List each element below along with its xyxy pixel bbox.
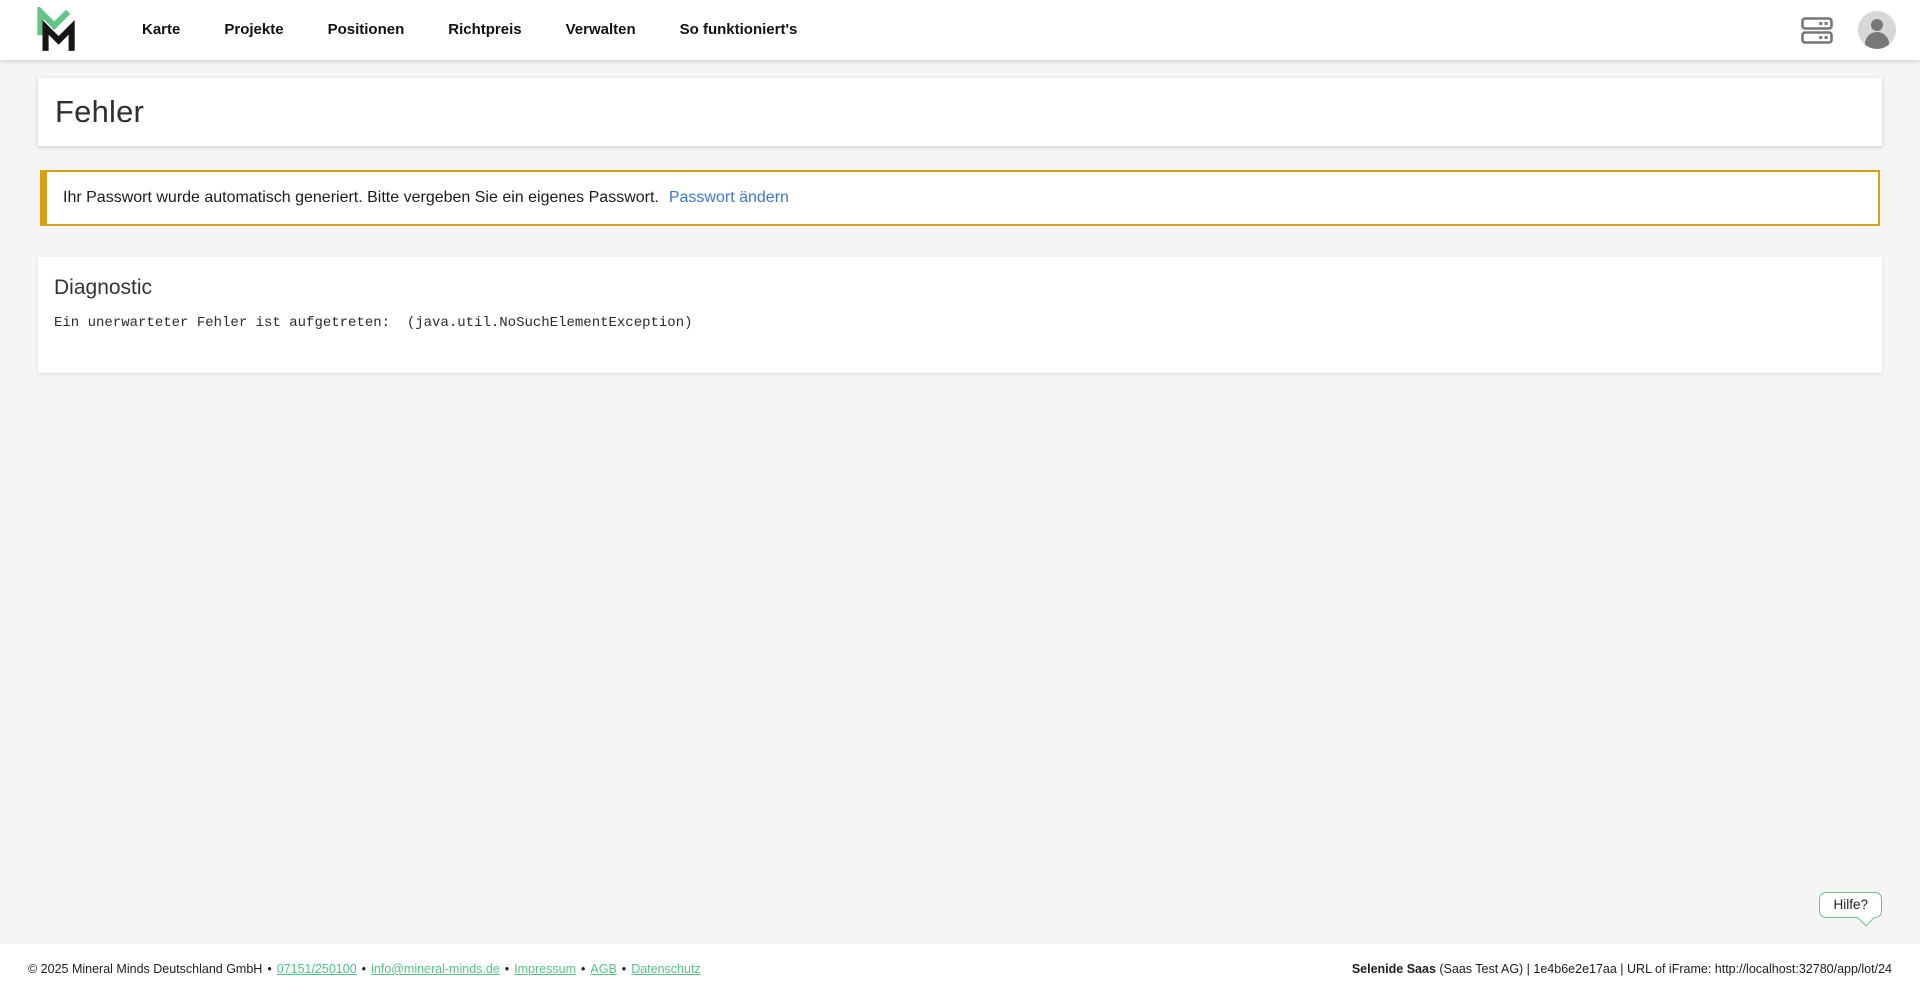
footer-link-email[interactable]: info@mineral-minds.de [371,962,500,976]
footer-separator: • [505,962,509,976]
top-navbar: Karte Projekte Positionen Richtpreis Ver… [0,0,1920,60]
footer: © 2025 Mineral Minds Deutschland GmbH • … [0,944,1920,994]
change-password-link[interactable]: Passwort ändern [669,189,789,207]
footer-right: Selenide Saas (Saas Test AG) | 1e4b6e2e1… [1338,948,1892,990]
server-icon[interactable] [1800,15,1834,45]
main-nav: Karte Projekte Positionen Richtpreis Ver… [120,0,819,60]
footer-link-datenschutz[interactable]: Datenschutz [631,962,700,976]
nav-item-positionen[interactable]: Positionen [306,0,427,60]
footer-link-impressum[interactable]: Impressum [514,962,576,976]
nav-item-karte[interactable]: Karte [120,0,202,60]
logo-glyph [36,7,76,53]
nav-item-richtpreis[interactable]: Richtpreis [426,0,543,60]
diagnostic-title: Diagnostic [54,276,1866,300]
diagnostic-card: Diagnostic Ein unerwarteter Fehler ist a… [38,257,1882,373]
warning-message: Ihr Passwort wurde automatisch generiert… [63,189,659,207]
footer-separator: • [581,962,585,976]
copyright-text: © 2025 Mineral Minds Deutschland GmbH [28,962,262,976]
session-info: (Saas Test AG) | 1e4b6e2e17aa | URL of i… [1436,962,1892,976]
nav-item-projekte[interactable]: Projekte [202,0,305,60]
help-button[interactable]: Hilfe? [1819,892,1882,918]
footer-separator: • [622,962,626,976]
mineral-minds-logo-icon[interactable] [36,7,76,53]
diagnostic-message: Ein unerwarteter Fehler ist aufgetreten:… [54,315,1866,331]
footer-separator: • [362,962,366,976]
password-warning-banner: Ihr Passwort wurde automatisch generiert… [40,170,1880,226]
main-content: Fehler Ihr Passwort wurde automatisch ge… [0,60,1920,373]
footer-link-agb[interactable]: AGB [590,962,616,976]
nav-item-so-funktionierts[interactable]: So funktioniert's [658,0,820,60]
nav-item-verwalten[interactable]: Verwalten [544,0,658,60]
footer-separator: • [267,962,271,976]
user-avatar-icon[interactable] [1858,11,1896,49]
navbar-right [1800,11,1896,49]
tenant-name: Selenide Saas [1352,962,1436,976]
footer-left: © 2025 Mineral Minds Deutschland GmbH • … [28,962,701,976]
footer-link-phone[interactable]: 07151/250100 [277,962,357,976]
page-title-card: Fehler [38,78,1882,146]
page-title: Fehler [55,94,144,130]
